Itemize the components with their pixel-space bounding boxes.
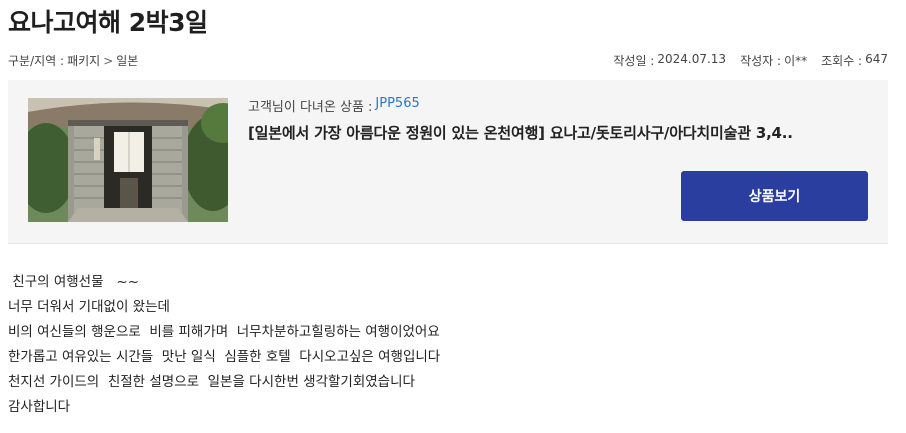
product-label-row: 고객님이 다녀온 상품 : JPP565 [248, 96, 420, 115]
review-line: 비의 여신들의 행운으로 비를 피해가며 너무차분하고힐링하는 여행이었어요 [8, 324, 440, 340]
review-line: 친구의 여행선물 ~~ [8, 274, 140, 290]
date-value: 2024.07.13 [657, 52, 727, 66]
author-value: 이** [784, 54, 808, 68]
product-card: 고객님이 다녀온 상품 : JPP565 [일본에서 가장 아름다운 정원이 있… [8, 80, 888, 244]
views-label: 조회수 : [821, 54, 863, 68]
view-product-button[interactable]: 상품보기 [681, 171, 868, 221]
product-thumbnail[interactable] [28, 98, 228, 222]
region-value: 일본 [116, 54, 139, 68]
author-label: 작성자 : [740, 54, 782, 68]
page-title: 요나고여해 2박3일 [8, 8, 208, 37]
breadcrumb: 구분/지역 : 패키지 > 일본 [8, 52, 138, 69]
review-line: 천지선 가이드의 친절한 설명으로 일본을 다시한번 생각할기회였습니다 [8, 374, 415, 390]
category-label: 구분/지역 : [8, 54, 65, 68]
review-body: 친구의 여행선물 ~~ 너무 더워서 기대없이 왔는데 비의 여신들의 행운으로… [8, 270, 440, 420]
chevron-right-icon: > [103, 53, 114, 68]
product-code-link[interactable]: JPP565 [375, 96, 419, 115]
product-label: 고객님이 다녀온 상품 : [248, 100, 373, 115]
views-value: 647 [865, 52, 888, 66]
post-info: 작성일 : 2024.07.13 작성자 : 이** 조회수 : 647 [613, 52, 888, 69]
ryokan-entrance-photo [28, 98, 228, 222]
review-line: 너무 더워서 기대없이 왔는데 [8, 299, 170, 315]
product-name-link[interactable]: [일본에서 가장 아름다운 정원이 있는 온천여행] 요나고/돗토리사구/아다치… [248, 122, 793, 143]
post-meta: 구분/지역 : 패키지 > 일본 작성일 : 2024.07.13 작성자 : … [8, 52, 888, 70]
review-line: 감사합니다 [8, 399, 71, 415]
category-value: 패키지 [67, 54, 101, 68]
review-line: 한가롭고 여유있는 시간들 맛난 일식 심플한 호텔 다시오고싶은 여행입니다 [8, 349, 441, 365]
date-label: 작성일 : [613, 54, 655, 68]
